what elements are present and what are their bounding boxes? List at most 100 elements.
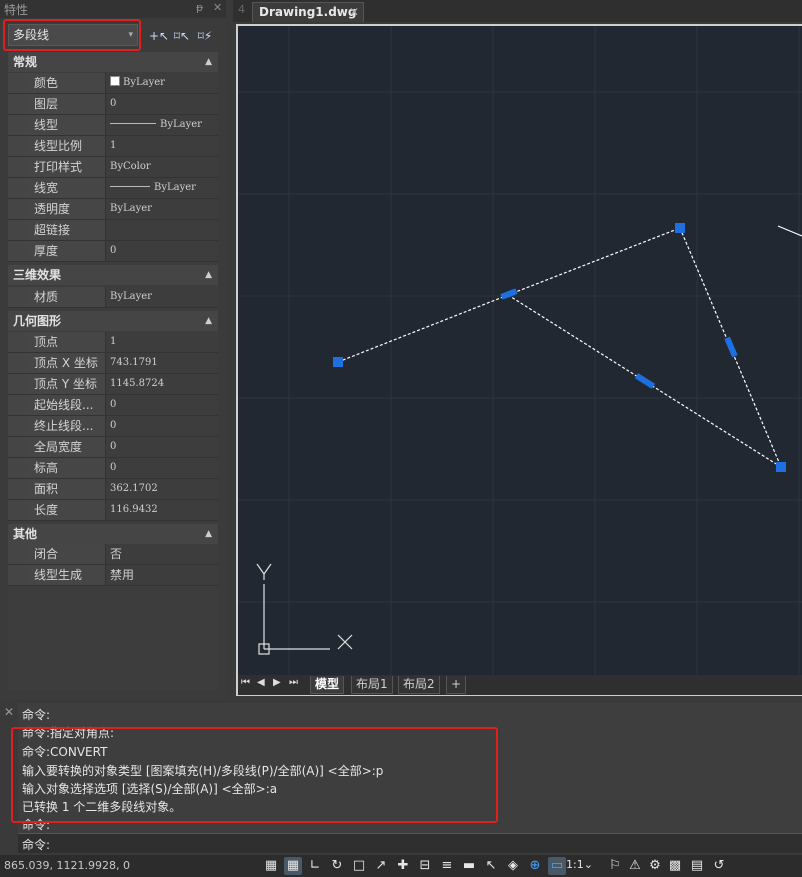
midpoint-grip[interactable] xyxy=(500,288,518,300)
property-row-hyperlink[interactable]: 超链接 xyxy=(8,220,218,241)
property-value[interactable]: ByLayer xyxy=(105,73,218,93)
quick-select-button[interactable]: +↖ xyxy=(148,26,170,46)
property-row-material[interactable]: 材质 ByLayer xyxy=(8,287,218,308)
prev-layout-icon[interactable]: ◀ xyxy=(257,677,265,688)
select-objects-button[interactable]: ⌑↖ xyxy=(171,26,193,46)
property-value[interactable]: ByLayer xyxy=(105,115,218,135)
midpoint-grip[interactable] xyxy=(724,336,738,358)
layers-toggle[interactable]: ◈ xyxy=(504,857,522,875)
property-row-color[interactable]: 颜色 ByLayer xyxy=(8,73,218,94)
close-icon[interactable]: ✕ xyxy=(4,705,14,719)
property-value[interactable]: 0 xyxy=(105,437,218,457)
property-value[interactable]: 1145.8724 xyxy=(105,374,218,394)
property-row-linetype-generation[interactable]: 线型生成 禁用 xyxy=(8,565,218,586)
annotation-visibility-toggle[interactable]: ⚐ xyxy=(606,857,624,875)
property-row-plot-style[interactable]: 打印样式 ByColor xyxy=(8,157,218,178)
snap-tracking-toggle[interactable]: ↗ xyxy=(372,857,390,875)
property-value[interactable]: 362.1702 xyxy=(105,479,218,499)
toggle-pickadd-button[interactable]: ⌑⚡ xyxy=(194,26,216,46)
object-snap-toggle[interactable]: □ xyxy=(350,857,368,875)
annotation-scale[interactable]: 1:1⌄ xyxy=(566,858,593,871)
ortho-toggle[interactable]: ∟ xyxy=(306,857,324,875)
drawing-canvas[interactable]: X Y xyxy=(238,26,802,675)
first-layout-icon[interactable]: ⏮ xyxy=(241,677,250,688)
collapse-icon[interactable]: ▲ xyxy=(205,52,212,72)
property-row-linetype-scale[interactable]: 线型比例 1 xyxy=(8,136,218,157)
selection-cycling-toggle[interactable]: ↖ xyxy=(482,857,500,875)
property-value[interactable]: 否 xyxy=(105,544,218,564)
selected-polyline[interactable] xyxy=(337,227,782,468)
dynamic-input-toggle[interactable]: ⊟ xyxy=(416,857,434,875)
property-row-linetype[interactable]: 线型 ByLayer xyxy=(8,115,218,136)
property-row-layer[interactable]: 图层 0 xyxy=(8,94,218,115)
property-row-area[interactable]: 面积 362.1702 xyxy=(8,479,218,500)
property-value[interactable]: ByLayer xyxy=(105,178,218,198)
property-value[interactable]: 0 xyxy=(105,458,218,478)
property-row-global-width[interactable]: 全局宽度 0 xyxy=(8,437,218,458)
close-icon[interactable]: ✕ xyxy=(349,3,359,21)
property-value[interactable]: 116.9432 xyxy=(105,500,218,520)
tab-add-layout[interactable]: + xyxy=(446,676,467,694)
tab-model[interactable]: 模型 xyxy=(310,676,345,694)
property-row-lineweight[interactable]: 线宽 ByLayer xyxy=(8,178,218,199)
property-row-end-segment[interactable]: 终止线段... 0 xyxy=(8,416,218,437)
last-layout-icon[interactable]: ⏭ xyxy=(289,677,298,688)
midpoint-grip[interactable] xyxy=(634,373,656,389)
collapse-icon[interactable]: ▲ xyxy=(205,524,212,544)
property-value[interactable]: 0 xyxy=(105,416,218,436)
property-row-elevation[interactable]: 标高 0 xyxy=(8,458,218,479)
property-row-transparency[interactable]: 透明度 ByLayer xyxy=(8,199,218,220)
category-geometry[interactable]: 几何图形 ▲ xyxy=(8,311,218,331)
quick-properties-toggle[interactable]: ▭ xyxy=(548,857,566,875)
property-row-start-segment[interactable]: 起始线段... 0 xyxy=(8,395,218,416)
property-row-closed[interactable]: 闭合 否 xyxy=(8,544,218,565)
tab-layout1[interactable]: 布局1 xyxy=(351,676,393,694)
collapse-icon[interactable]: ▲ xyxy=(205,265,212,285)
property-row-vertex-y[interactable]: 顶点 Y 坐标 1145.8724 xyxy=(8,374,218,395)
grid-display-toggle[interactable]: ▦ xyxy=(262,857,280,875)
category-misc[interactable]: 其他 ▲ xyxy=(8,524,218,544)
collapse-icon[interactable]: ▲ xyxy=(205,311,212,331)
property-row-length[interactable]: 长度 116.9432 xyxy=(8,500,218,521)
property-value[interactable]: 1 xyxy=(105,332,218,352)
clean-screen-toggle[interactable]: ▤ xyxy=(688,857,706,875)
annotation-monitor-toggle[interactable]: ⊕ xyxy=(526,857,544,875)
property-value[interactable]: 743.1791 xyxy=(105,353,218,373)
command-input[interactable]: 命令: xyxy=(18,833,802,853)
workspace-toggle[interactable]: ⚙ xyxy=(646,857,664,875)
vertex-grip[interactable] xyxy=(675,223,685,233)
pin-icon[interactable]: ᵽ xyxy=(196,1,203,14)
category-3d-effects[interactable]: 三维效果 ▲ xyxy=(8,265,218,285)
property-value[interactable]: 0 xyxy=(105,241,218,261)
property-row-thickness[interactable]: 厚度 0 xyxy=(8,241,218,262)
next-layout-icon[interactable]: ▶ xyxy=(273,677,281,688)
property-value[interactable]: 0 xyxy=(105,395,218,415)
midpoint-grips[interactable] xyxy=(500,288,738,389)
tab-layout2[interactable]: 布局2 xyxy=(398,676,440,694)
tab-scroll-icon[interactable]: 4 xyxy=(238,3,245,16)
document-tab[interactable]: Drawing1.dwg ✕ xyxy=(252,2,364,22)
property-value[interactable]: ByLayer xyxy=(105,199,218,219)
polar-tracking-toggle[interactable]: ↻ xyxy=(328,857,346,875)
lineweight-toggle[interactable]: ≡ xyxy=(438,857,456,875)
property-value[interactable]: 0 xyxy=(105,94,218,114)
dynamic-ucs-toggle[interactable]: ✚ xyxy=(394,857,412,875)
auto-scale-toggle[interactable]: ⚠ xyxy=(626,857,644,875)
vertex-grips[interactable] xyxy=(333,223,786,472)
property-value[interactable]: ByColor xyxy=(105,157,218,177)
snap-grid-toggle[interactable]: ▦ xyxy=(284,857,302,875)
cursor-coordinates[interactable]: 865.039, 1121.9928, 0 xyxy=(4,859,130,872)
property-value[interactable]: ByLayer xyxy=(105,287,218,307)
property-row-vertex-x[interactable]: 顶点 X 坐标 743.1791 xyxy=(8,353,218,374)
property-value[interactable]: 1 xyxy=(105,136,218,156)
property-value[interactable]: 禁用 xyxy=(105,565,218,585)
vertex-grip[interactable] xyxy=(333,357,343,367)
customization-toggle[interactable]: ↺ xyxy=(710,857,728,875)
property-row-vertex[interactable]: 顶点 1 xyxy=(8,332,218,353)
vertex-grip[interactable] xyxy=(776,462,786,472)
isolate-objects-toggle[interactable]: ▩ xyxy=(666,857,684,875)
property-value[interactable] xyxy=(105,220,218,240)
transparency-toggle[interactable]: ▬ xyxy=(460,857,478,875)
close-icon[interactable]: ✕ xyxy=(213,1,222,14)
category-general[interactable]: 常规 ▲ xyxy=(8,52,218,72)
